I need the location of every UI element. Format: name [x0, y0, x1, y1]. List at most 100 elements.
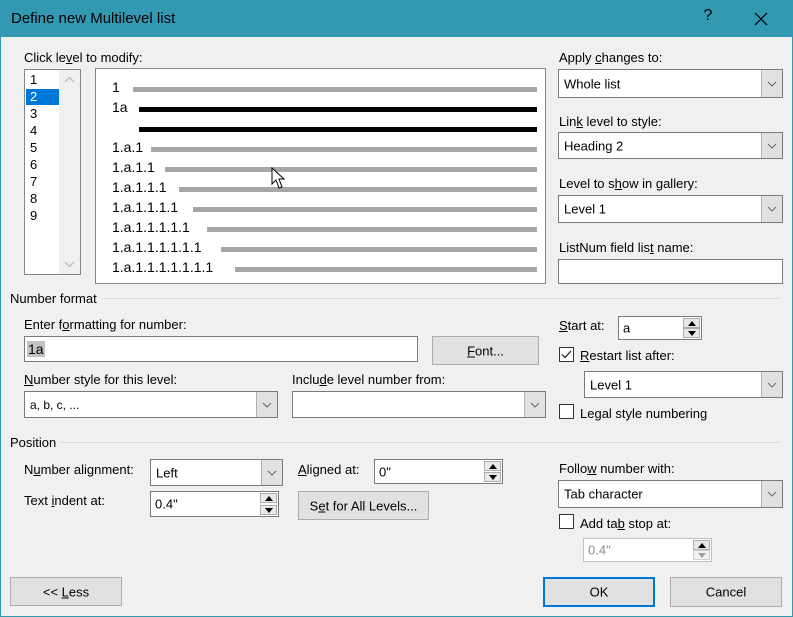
gallery-level-label: Level to show in gallery:	[559, 176, 698, 191]
follow-number-label: Follow number with:	[559, 461, 675, 476]
arrow-down-icon	[688, 331, 696, 336]
preview-number: 1a	[112, 99, 128, 115]
preview-text-line	[133, 87, 537, 92]
listnum-label: ListNum field list name:	[559, 240, 694, 255]
include-level-dropdown[interactable]	[292, 391, 546, 418]
set-for-all-levels-button[interactable]: Set for All Levels...	[298, 491, 429, 520]
level-item[interactable]: 5	[26, 140, 59, 156]
position-section-label: Position	[10, 435, 57, 450]
preview-text-line	[151, 147, 537, 152]
spin-down-button[interactable]	[484, 472, 501, 482]
chevron-down-icon	[767, 206, 777, 212]
list-preview: 1 1a 1.a.1 1.a.1.1 1.a.1.1.1 1.a.1.1.1.1 1.a.1…	[95, 68, 546, 284]
number-format-input[interactable]: 1a	[24, 336, 418, 362]
arrow-down-icon	[265, 508, 273, 513]
preview-text-line	[165, 167, 537, 172]
preview-number: 1.a.1.1.1.1.1	[112, 219, 190, 235]
level-item[interactable]: 9	[26, 208, 59, 224]
legal-style-label: Legal style numbering	[580, 406, 708, 421]
dialog-title: Define new Multilevel list	[11, 10, 176, 27]
preview-text-line	[139, 127, 537, 132]
scroll-down-icon[interactable]	[64, 261, 75, 268]
tab-stop-spinner: 0.4"	[583, 538, 712, 562]
preview-text-line	[235, 267, 537, 272]
close-icon	[754, 12, 768, 26]
preview-number: 1.a.1.1	[112, 159, 155, 175]
close-button[interactable]	[748, 6, 774, 32]
listnum-input[interactable]	[558, 259, 783, 284]
level-item[interactable]: 1	[26, 72, 59, 88]
preview-number: 1.a.1.1.1.1	[112, 199, 179, 215]
preview-text-line	[179, 187, 537, 192]
help-button[interactable]: ?	[698, 7, 718, 25]
level-item[interactable]: 7	[26, 174, 59, 190]
number-alignment-label: Number alignment:	[24, 462, 134, 477]
legal-style-checkbox[interactable]	[559, 404, 574, 419]
link-level-label: Link level to style:	[559, 114, 662, 129]
apply-changes-dropdown[interactable]: Whole list	[558, 69, 783, 98]
less-button[interactable]: << Less	[10, 577, 122, 606]
spin-up-button[interactable]	[260, 493, 277, 503]
arrow-down-icon	[489, 475, 497, 480]
preview-number: 1.a.1.1.1.1.1.1	[112, 239, 202, 255]
add-tab-stop-checkbox[interactable]	[559, 514, 574, 529]
restart-list-checkbox[interactable]	[559, 347, 574, 362]
level-list-scrollbar[interactable]	[59, 70, 80, 274]
preview-text-line	[193, 207, 537, 212]
gallery-level-dropdown[interactable]: Level 1	[558, 195, 783, 223]
chevron-down-icon	[530, 402, 540, 408]
preview-number: 1.a.1	[112, 139, 144, 155]
level-item[interactable]: 2	[26, 89, 59, 105]
title-bar: Define new Multilevel list ?	[0, 0, 793, 37]
number-format-section-label: Number format	[10, 291, 97, 306]
level-item[interactable]: 3	[26, 106, 59, 122]
chevron-down-icon	[767, 143, 777, 149]
preview-text-line	[139, 107, 537, 112]
number-format-field-code: 1a	[27, 341, 45, 357]
level-item[interactable]: 8	[26, 191, 59, 207]
level-list[interactable]: 123456789	[24, 69, 81, 275]
preview-text-line	[207, 227, 537, 232]
arrow-up-icon	[265, 496, 273, 501]
restart-after-dropdown[interactable]: Level 1	[584, 371, 783, 398]
arrow-down-icon	[698, 553, 706, 558]
apply-changes-label: Apply changes to:	[559, 50, 663, 65]
font-button[interactable]: Font...	[432, 336, 539, 365]
level-picker-label: Click level to modify:	[24, 50, 143, 65]
spin-up-button[interactable]	[484, 461, 501, 471]
number-alignment-dropdown[interactable]: Left	[150, 459, 283, 486]
cancel-button[interactable]: Cancel	[670, 577, 782, 607]
mouse-cursor-icon	[271, 167, 286, 189]
spin-down-button	[693, 550, 710, 560]
chevron-down-icon	[767, 491, 777, 497]
spin-down-button[interactable]	[683, 328, 700, 338]
scroll-up-icon[interactable]	[64, 76, 75, 83]
ok-button[interactable]: OK	[543, 577, 655, 607]
restart-list-label: Restart list after:	[580, 348, 675, 363]
level-item[interactable]: 6	[26, 157, 59, 173]
enter-formatting-label: Enter formatting for number:	[24, 317, 187, 332]
section-divider	[104, 298, 781, 299]
level-item[interactable]: 4	[26, 123, 59, 139]
link-level-dropdown[interactable]: Heading 2	[558, 132, 783, 159]
start-at-label: Start at:	[559, 318, 605, 333]
chevron-down-icon	[767, 81, 777, 87]
number-style-label: Number style for this level:	[24, 372, 178, 387]
preview-number: 1.a.1.1.1.1.1.1.1	[112, 259, 214, 275]
text-indent-label: Text indent at:	[24, 493, 105, 508]
spin-up-button[interactable]	[683, 318, 700, 328]
arrow-up-icon	[489, 464, 497, 469]
preview-number: 1	[112, 79, 120, 95]
chevron-down-icon	[262, 402, 272, 408]
number-style-dropdown[interactable]: a, b, c, ...	[24, 391, 278, 418]
aligned-at-spinner[interactable]: 0"	[374, 459, 503, 484]
arrow-up-icon	[698, 543, 706, 548]
start-at-spinner[interactable]: a	[618, 316, 702, 340]
add-tab-stop-label: Add tab stop at:	[580, 516, 672, 531]
preview-text-line	[221, 247, 537, 252]
follow-number-dropdown[interactable]: Tab character	[558, 480, 783, 508]
aligned-at-label: Aligned at:	[298, 462, 360, 477]
checkmark-icon	[561, 350, 572, 359]
text-indent-spinner[interactable]: 0.4"	[150, 491, 279, 517]
spin-down-button[interactable]	[260, 505, 277, 515]
